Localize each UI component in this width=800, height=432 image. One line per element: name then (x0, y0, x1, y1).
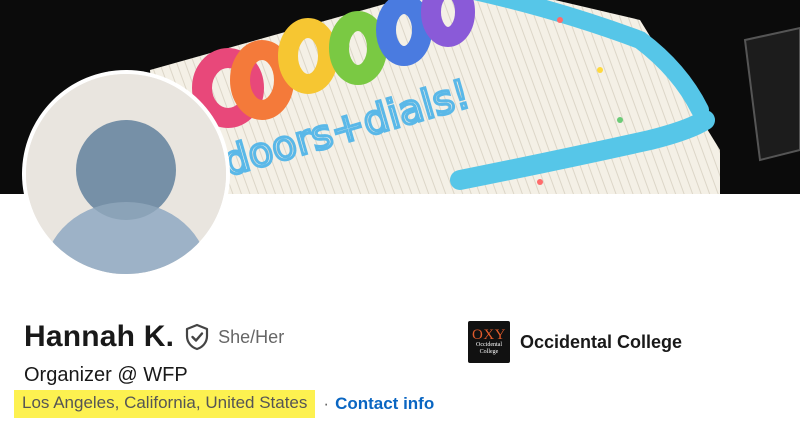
education-link[interactable]: OXY Occidental College Occidental Colleg… (468, 321, 682, 363)
separator-dot: · (323, 394, 330, 413)
logo-text: OXY (472, 327, 506, 343)
name-row: Hannah K. She/Her (24, 320, 284, 354)
profile-photo[interactable] (22, 70, 230, 278)
school-name: Occidental College (520, 331, 683, 352)
pronouns: She/Her (218, 326, 285, 347)
avatar (26, 74, 226, 274)
shield-check-icon[interactable] (184, 323, 210, 351)
location-row: Los Angeles, California, United States ·… (14, 390, 434, 418)
profile-name: Hannah K. (24, 320, 175, 353)
contact-info-link[interactable]: Contact info (335, 394, 434, 414)
logo-subtext-1: Occidental (476, 342, 502, 348)
school-logo: OXY Occidental College (468, 321, 510, 363)
logo-subtext-2: College (479, 349, 499, 355)
profile-location: Los Angeles, California, United States (14, 390, 316, 418)
person-placeholder-icon (26, 74, 226, 274)
profile-headline: Organizer @ WFP (24, 364, 188, 386)
